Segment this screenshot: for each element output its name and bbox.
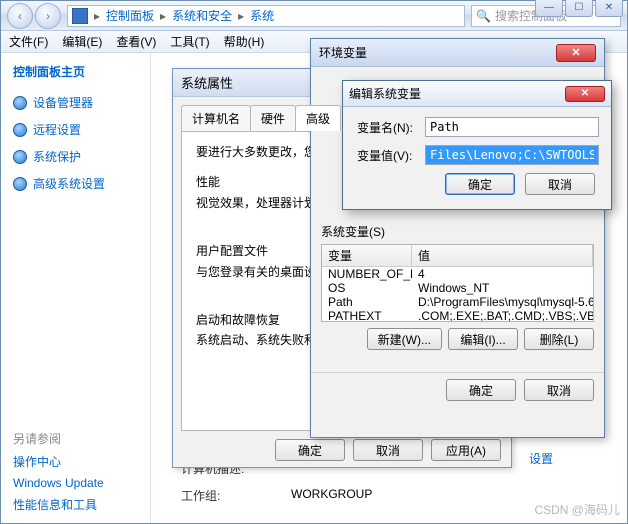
sidebar-item-remote[interactable]: 远程设置 bbox=[13, 121, 142, 138]
var-value-input[interactable] bbox=[425, 145, 599, 165]
minimize-button[interactable]: — bbox=[535, 0, 563, 17]
table-row[interactable]: OSWindows_NT bbox=[322, 281, 593, 295]
bullet-icon bbox=[13, 123, 27, 137]
env-title-text: 环境变量 bbox=[319, 44, 367, 61]
bullet-icon bbox=[13, 96, 27, 110]
close-icon[interactable]: ✕ bbox=[565, 86, 605, 102]
edit-system-variable-dialog: 编辑系统变量 ✕ 变量名(N): 变量值(V): 确定 取消 bbox=[342, 80, 612, 210]
workgroup-value: WORKGROUP bbox=[291, 487, 372, 504]
change-settings-link[interactable]: 设置 bbox=[529, 450, 553, 467]
close-icon[interactable]: ✕ bbox=[556, 44, 596, 62]
sidebar-item-protection[interactable]: 系统保护 bbox=[13, 148, 142, 165]
tab-advanced[interactable]: 高级 bbox=[295, 105, 341, 131]
cancel-button[interactable]: 取消 bbox=[525, 173, 595, 195]
ok-button[interactable]: 确定 bbox=[445, 173, 515, 195]
sidebar: 控制面板主页 设备管理器 远程设置 系统保护 高级系统设置 另请参阅 操作中心 … bbox=[1, 53, 151, 523]
breadcrumb-system[interactable]: 系统 bbox=[250, 7, 274, 24]
system-vars-table[interactable]: 变量 值 NUMBER_OF_PR...4 OSWindows_NT PathD… bbox=[321, 244, 594, 322]
ok-button[interactable]: 确定 bbox=[446, 379, 516, 401]
window-controls: — ☐ ✕ bbox=[535, 0, 623, 17]
breadcrumb-system-security[interactable]: 系统和安全 bbox=[172, 7, 232, 24]
ok-button[interactable]: 确定 bbox=[275, 439, 345, 461]
tab-computer-name[interactable]: 计算机名 bbox=[181, 105, 251, 131]
var-name-label: 变量名(N): bbox=[357, 119, 419, 136]
cancel-button[interactable]: 取消 bbox=[524, 379, 594, 401]
see-also-heading: 另请参阅 bbox=[13, 430, 142, 447]
delete-button[interactable]: 删除(L) bbox=[524, 328, 594, 350]
table-row[interactable]: PathD:\ProgramFiles\mysql\mysql-5.6... bbox=[322, 295, 593, 309]
sidebar-item-device-manager[interactable]: 设备管理器 bbox=[13, 94, 142, 111]
cell-var: PATHEXT bbox=[322, 309, 412, 322]
tab-hardware[interactable]: 硬件 bbox=[250, 105, 296, 131]
footer-windows-update[interactable]: Windows Update bbox=[13, 476, 142, 490]
bullet-icon bbox=[13, 150, 27, 164]
menu-help[interactable]: 帮助(H) bbox=[224, 33, 265, 50]
breadcrumb-sep: ▸ bbox=[160, 9, 166, 23]
cell-val: D:\ProgramFiles\mysql\mysql-5.6... bbox=[412, 295, 593, 309]
cell-var: OS bbox=[322, 281, 412, 295]
table-row[interactable]: NUMBER_OF_PR...4 bbox=[322, 267, 593, 281]
workgroup-label: 工作组: bbox=[181, 487, 271, 504]
back-button[interactable]: ‹ bbox=[7, 3, 33, 29]
control-panel-icon bbox=[72, 8, 88, 24]
search-icon: 🔍 bbox=[476, 9, 491, 23]
apply-button[interactable]: 应用(A) bbox=[431, 439, 501, 461]
var-name-input[interactable] bbox=[425, 117, 599, 137]
forward-button[interactable]: › bbox=[35, 3, 61, 29]
dialog-title: 环境变量 ✕ bbox=[311, 39, 604, 67]
sidebar-item-label[interactable]: 高级系统设置 bbox=[33, 175, 105, 192]
breadcrumb-sep: ▸ bbox=[238, 9, 244, 23]
cell-val: .COM;.EXE;.BAT;.CMD;.VBS;.VBE; bbox=[412, 309, 593, 322]
sidebar-home[interactable]: 控制面板主页 bbox=[13, 63, 142, 80]
col-value[interactable]: 值 bbox=[412, 245, 593, 266]
sidebar-item-advanced[interactable]: 高级系统设置 bbox=[13, 175, 142, 192]
footer-performance[interactable]: 性能信息和工具 bbox=[13, 496, 142, 513]
menu-view[interactable]: 查看(V) bbox=[116, 33, 156, 50]
table-header: 变量 值 bbox=[322, 245, 593, 267]
cell-val: 4 bbox=[412, 267, 593, 281]
sidebar-item-label[interactable]: 远程设置 bbox=[33, 121, 81, 138]
dialog-title: 编辑系统变量 ✕ bbox=[343, 81, 611, 107]
cell-var: NUMBER_OF_PR... bbox=[322, 267, 412, 281]
var-value-label: 变量值(V): bbox=[357, 147, 419, 164]
menu-file[interactable]: 文件(F) bbox=[9, 33, 48, 50]
menu-edit[interactable]: 编辑(E) bbox=[62, 33, 102, 50]
sidebar-item-label[interactable]: 设备管理器 bbox=[33, 94, 93, 111]
system-vars-label: 系统变量(S) bbox=[321, 223, 594, 240]
new-button[interactable]: 新建(W)... bbox=[367, 328, 442, 350]
edit-button[interactable]: 编辑(I)... bbox=[448, 328, 518, 350]
titlebar: ‹ › ▸ 控制面板 ▸ 系统和安全 ▸ 系统 🔍 搜索控制面板 bbox=[1, 1, 627, 31]
breadcrumb-control-panel[interactable]: 控制面板 bbox=[106, 7, 154, 24]
col-variable[interactable]: 变量 bbox=[322, 245, 412, 266]
menu-tools[interactable]: 工具(T) bbox=[170, 33, 209, 50]
address-bar[interactable]: ▸ 控制面板 ▸ 系统和安全 ▸ 系统 bbox=[67, 5, 465, 27]
table-row[interactable]: PATHEXT.COM;.EXE;.BAT;.CMD;.VBS;.VBE; bbox=[322, 309, 593, 322]
footer-action-center[interactable]: 操作中心 bbox=[13, 453, 142, 470]
cancel-button[interactable]: 取消 bbox=[353, 439, 423, 461]
edit-title-text: 编辑系统变量 bbox=[349, 85, 421, 102]
sidebar-item-label[interactable]: 系统保护 bbox=[33, 148, 81, 165]
close-button[interactable]: ✕ bbox=[595, 0, 623, 17]
bullet-icon bbox=[13, 177, 27, 191]
watermark: CSDN @海码儿 bbox=[534, 501, 620, 518]
maximize-button[interactable]: ☐ bbox=[565, 0, 593, 17]
breadcrumb-sep: ▸ bbox=[94, 9, 100, 23]
cell-val: Windows_NT bbox=[412, 281, 593, 295]
cell-var: Path bbox=[322, 295, 412, 309]
